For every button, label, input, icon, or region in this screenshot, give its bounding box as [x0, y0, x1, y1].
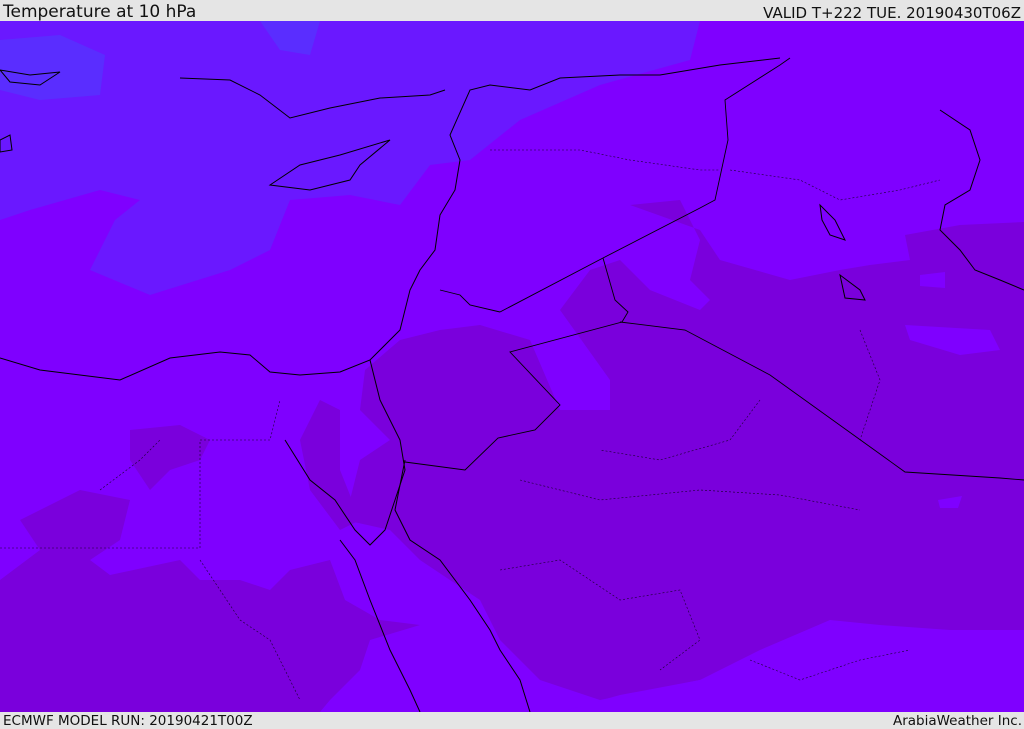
temperature-map	[0, 21, 1024, 712]
footer-bar: ECMWF MODEL RUN: 20190421T00Z ArabiaWeat…	[0, 712, 1024, 729]
header-bar: Temperature at 10 hPa VALID T+222 TUE. 2…	[0, 0, 1024, 21]
valid-time: VALID T+222 TUE. 20190430T06Z	[763, 4, 1021, 22]
model-run: ECMWF MODEL RUN: 20190421T00Z	[3, 713, 253, 729]
credit: ArabiaWeather Inc.	[892, 713, 1022, 729]
map-title: Temperature at 10 hPa	[3, 2, 197, 22]
